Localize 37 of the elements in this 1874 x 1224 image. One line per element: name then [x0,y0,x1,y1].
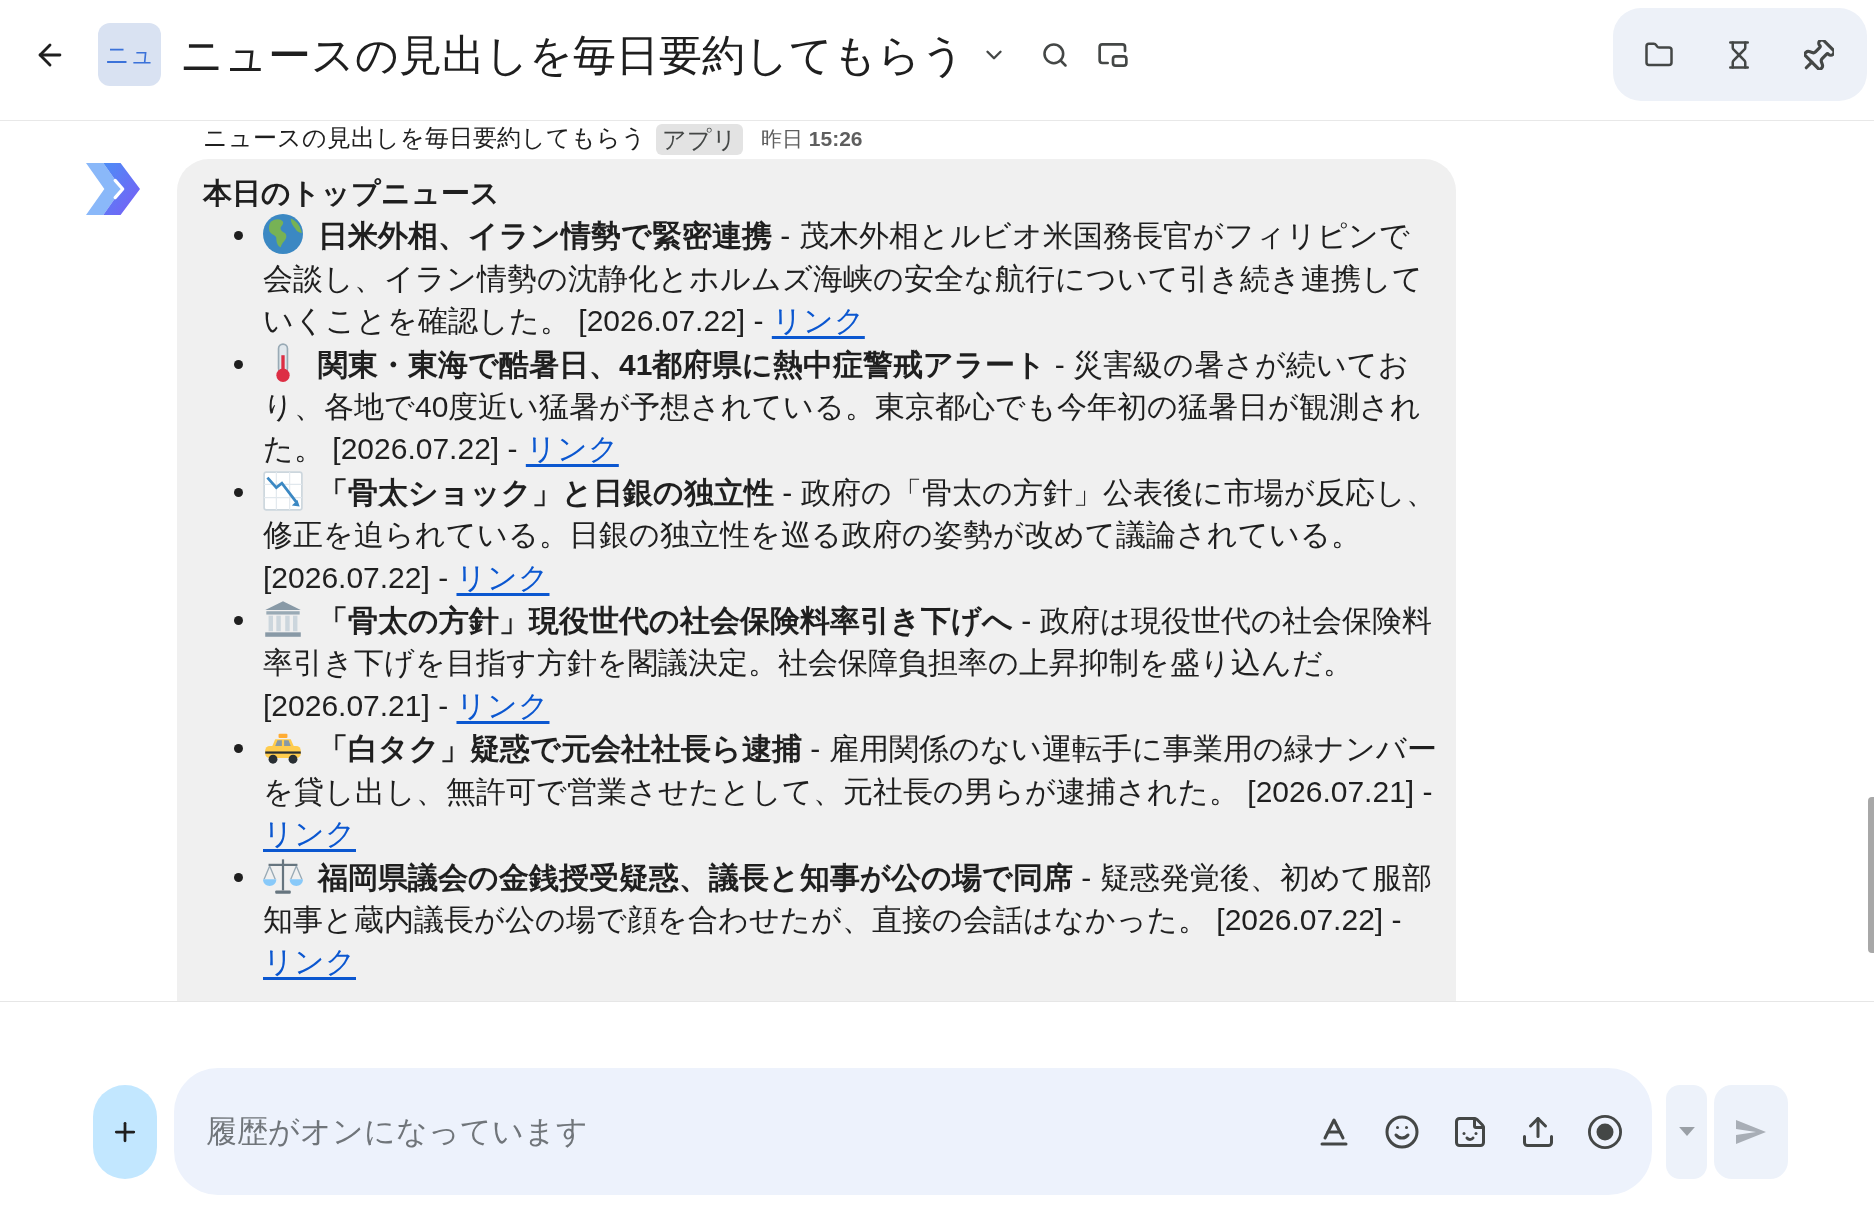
pin-icon[interactable] [1804,39,1834,70]
news-link[interactable]: リンク [456,560,550,594]
bot-logo-icon [86,163,140,215]
message-heading: 本日のトップニュース [203,176,501,211]
news-link[interactable]: リンク [263,817,356,851]
bullet-icon [234,487,243,497]
news-item-text: 関東・東海で酷暑日、41都府県に熱中症警戒アラート - 災害級の暑さが続いており、各地で40度近い猛暑が予想されている。東京都心でも今年初の猛暑日が観測された。 [2026.07.22] - リンク [263,342,1437,471]
news-item-text: 福岡県議会の金銭授受疑惑、議長と知事が公の場で同席 - 疑惑発覚後、初めて服部知事と蔵内議長が公の場で顔を合わせたが、直接の会話はなかった。 [2026.07.22] - リンク [263,855,1437,984]
chart-down-icon [263,470,303,511]
sender-name: ニュースの見出しを毎日要約してもらう [203,124,646,154]
message-timestamp: 昨日 15:26 [761,126,863,153]
columned-building-icon [263,599,303,640]
bullet-icon [234,231,243,241]
globe-icon [263,214,303,255]
news-link[interactable]: リンク [456,688,550,722]
bullet-icon [234,359,243,369]
send-icon [1736,1119,1766,1144]
app-avatar: ニュ [98,23,161,86]
bullet-icon [234,616,243,626]
app-tag: アプリ [656,123,743,155]
bullet-icon [234,872,243,882]
caret-down-icon [1678,1127,1695,1136]
news-item-text: 日米外相、イラン情勢で緊密連携 - 茂木外相とルビオ米国務長官がフィリピンで会談し、イラン情勢の沈静化とホルムズ海峡の安全な航行について引き続き連携していくことを確認した。 [2026.07.22] - リンク [263,214,1437,343]
news-item-text: 「白タク」疑惑で元会社社長ら逮捕 - 雇用関係のない運転手に事業用の緑ナンバーを貸し出し、無許可で営業させたとして、元社長の男らが逮捕された。 [2026.07.21] - リンク [263,727,1437,856]
message-input[interactable]: 履歴がオンになっています [206,1107,1316,1156]
bullet-icon [234,744,243,754]
scrollbar-thumb[interactable] [1868,797,1874,953]
news-link[interactable]: リンク [263,945,356,979]
news-item-text: 「骨太ショック」と日銀の独立性 - 政府の「骨太の方針」公表後に市場が反応し、修正を迫られている。日銀の独立性を巡る政府の姿勢が改めて議論されている。 [2026.07.22] - リンク [263,470,1437,600]
search-icon[interactable] [1041,40,1069,69]
news-link[interactable]: リンク [771,304,865,338]
news-link[interactable]: リンク [525,432,619,466]
message-field[interactable]: 履歴がオンになっています [174,1068,1652,1195]
news-item-text: 「骨太の方針」現役世代の社会保険料率引き下げへ - 政府は現役世代の社会保険料率引き下げを目指す方針を閣議決定。社会保障負担率の上昇抑制を盛り込んだ。 [2026.07.21] - リンク [263,599,1437,728]
emoji-icon[interactable] [1384,1113,1420,1150]
record-icon[interactable] [1588,1114,1622,1149]
conversation-title: ニュースの見出しを毎日要約してもらう [180,29,965,81]
